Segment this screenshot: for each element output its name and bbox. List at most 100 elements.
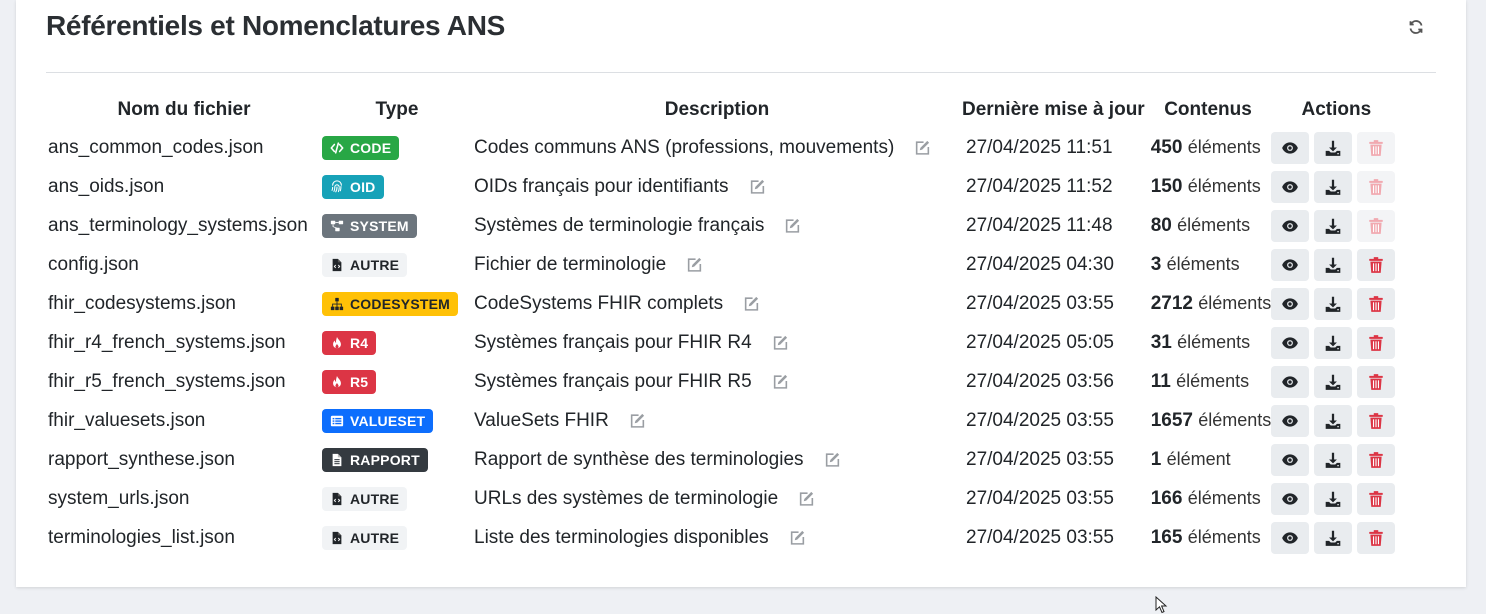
file-name: ans_common_codes.json (48, 136, 264, 158)
edit-icon[interactable] (629, 412, 646, 429)
refresh-button[interactable] (1406, 16, 1426, 38)
description-cell: Liste des terminologies disponibles (472, 518, 962, 557)
delete-button[interactable] (1357, 365, 1396, 398)
view-button[interactable] (1271, 443, 1310, 476)
updated-date: 27/04/2025 03:55 (966, 292, 1114, 314)
content-count: 80 (1150, 214, 1172, 236)
column-header-type[interactable]: Type (322, 92, 472, 128)
description-text: Fichier de terminologie (474, 253, 667, 275)
download-button[interactable] (1314, 326, 1353, 359)
edit-icon[interactable] (686, 256, 703, 273)
page-title: Référentiels et Nomenclatures ANS (46, 10, 505, 41)
download-button[interactable] (1314, 521, 1353, 554)
type-label: CODESYSTEM (350, 295, 451, 312)
type-cell: AUTRE (322, 518, 472, 557)
view-button[interactable] (1271, 482, 1310, 515)
download-button[interactable] (1314, 404, 1353, 437)
table-row: ans_oids.json OID OIDs français pour ident… (46, 167, 1401, 206)
delete-button[interactable] (1357, 248, 1396, 281)
edit-icon[interactable] (798, 490, 815, 507)
edit-icon[interactable] (772, 373, 789, 390)
view-button[interactable] (1271, 326, 1310, 359)
actions-cell (1271, 245, 1401, 284)
updated-date: 27/04/2025 03:55 (966, 487, 1114, 509)
file-name: fhir_r4_french_systems.json (48, 331, 286, 353)
edit-icon[interactable] (784, 217, 801, 234)
trash-icon (1367, 139, 1385, 157)
files-table: Nom du fichier Type Description Dernière… (46, 92, 1401, 557)
updated-date: 27/04/2025 03:56 (966, 370, 1114, 392)
edit-icon[interactable] (772, 334, 789, 351)
file-code-icon (330, 258, 344, 272)
download-button[interactable] (1314, 365, 1353, 398)
eye-icon (1281, 334, 1299, 352)
download-button[interactable] (1314, 131, 1353, 164)
actions-cell (1271, 440, 1401, 479)
download-button[interactable] (1314, 482, 1353, 515)
view-button[interactable] (1271, 170, 1310, 203)
table-row: system_urls.json AUTRE URLs des systèmes d… (46, 479, 1401, 518)
edit-icon[interactable] (749, 178, 766, 195)
edit-icon[interactable] (914, 139, 931, 156)
edit-icon[interactable] (789, 529, 806, 546)
download-icon (1324, 373, 1342, 391)
content-count: 31 (1150, 331, 1172, 353)
view-button[interactable] (1271, 287, 1310, 320)
delete-button[interactable] (1357, 443, 1396, 476)
type-cell: CODESYSTEM (322, 284, 472, 323)
content-unit: éléments (1187, 526, 1261, 547)
type-label: R5 (350, 373, 369, 390)
actions-cell (1271, 128, 1401, 167)
column-header-content[interactable]: Contenus (1145, 92, 1272, 128)
table-row: fhir_r4_french_systems.json R4 Systèmes fr… (46, 323, 1401, 362)
content-count-cell: 166 éléments (1145, 479, 1272, 518)
type-label: AUTRE (350, 256, 400, 273)
content-count-cell: 150 éléments (1145, 167, 1272, 206)
updated-date: 27/04/2025 03:55 (966, 409, 1114, 431)
type-cell: OID (322, 167, 472, 206)
divider (46, 72, 1436, 73)
column-header-updated[interactable]: Dernière mise à jour (962, 92, 1145, 128)
view-button[interactable] (1271, 521, 1310, 554)
content-unit: éléments (1177, 331, 1251, 352)
download-button[interactable] (1314, 170, 1353, 203)
download-button[interactable] (1314, 209, 1353, 242)
view-button[interactable] (1271, 131, 1310, 164)
edit-icon[interactable] (743, 295, 760, 312)
view-button[interactable] (1271, 365, 1310, 398)
content-unit: élément (1166, 448, 1231, 469)
delete-button[interactable] (1357, 404, 1396, 437)
edit-icon[interactable] (824, 451, 841, 468)
description-cell: CodeSystems FHIR complets (472, 284, 962, 323)
delete-button (1357, 131, 1396, 164)
updated-date: 27/04/2025 03:55 (966, 448, 1114, 470)
content-count-cell: 1 élément (1145, 440, 1272, 479)
eye-icon (1281, 139, 1299, 157)
view-button[interactable] (1271, 209, 1310, 242)
type-badge: OID (322, 174, 384, 199)
delete-button[interactable] (1357, 287, 1396, 320)
table-row: fhir_r5_french_systems.json R5 Systèmes fr… (46, 362, 1401, 401)
view-button[interactable] (1271, 404, 1310, 437)
delete-button[interactable] (1357, 482, 1396, 515)
download-icon (1324, 139, 1342, 157)
column-header-filename[interactable]: Nom du fichier (46, 92, 322, 128)
file-name: rapport_synthese.json (48, 448, 235, 470)
download-button[interactable] (1314, 443, 1353, 476)
download-button[interactable] (1314, 287, 1353, 320)
file-name: fhir_codesystems.json (48, 292, 236, 314)
file-name: fhir_valuesets.json (48, 409, 206, 431)
sitemap-icon (330, 297, 344, 311)
actions-cell (1271, 518, 1401, 557)
content-unit: éléments (1198, 292, 1272, 313)
column-header-description[interactable]: Description (472, 92, 962, 128)
delete-button[interactable] (1357, 521, 1396, 554)
delete-button[interactable] (1357, 326, 1396, 359)
type-badge: AUTRE (322, 486, 408, 511)
actions-cell (1271, 323, 1401, 362)
download-button[interactable] (1314, 248, 1353, 281)
type-badge: CODESYSTEM (322, 291, 459, 316)
view-button[interactable] (1271, 248, 1310, 281)
fire-icon (330, 375, 344, 389)
content-unit: éléments (1187, 136, 1261, 157)
